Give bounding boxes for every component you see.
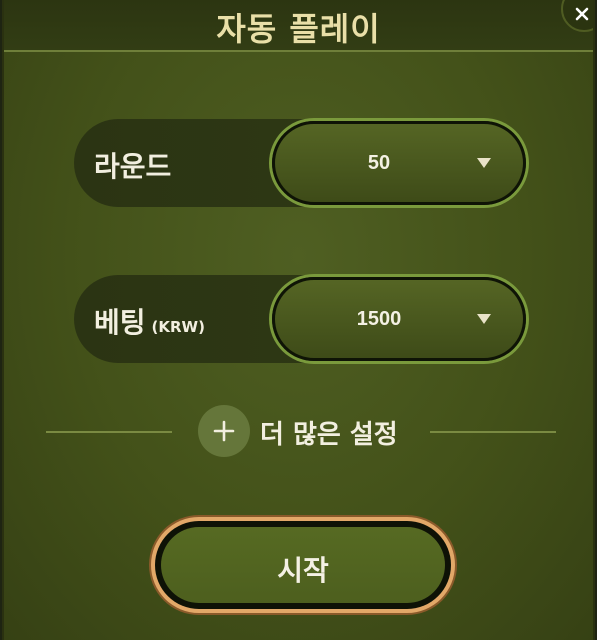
rounds-select[interactable]: 50 bbox=[272, 121, 526, 205]
rounds-select-value: 50 bbox=[367, 152, 391, 174]
dialog-title: 자동 플레이 bbox=[216, 10, 381, 48]
divider-left bbox=[46, 431, 172, 433]
plus-icon bbox=[213, 420, 235, 442]
start-button[interactable]: 시작 bbox=[155, 521, 451, 609]
dialog-header: 자동 플레이 bbox=[4, 0, 593, 52]
bet-unit: (KRW) bbox=[151, 318, 205, 336]
bet-select[interactable]: 1500 bbox=[272, 277, 526, 361]
bet-row: 베팅 (KRW) 1500 bbox=[74, 275, 529, 363]
rounds-row: 라운드 50 bbox=[74, 119, 529, 207]
close-icon bbox=[575, 7, 589, 21]
chevron-down-icon bbox=[477, 158, 491, 168]
rounds-label-text: 라운드 bbox=[94, 150, 172, 183]
bet-label-text: 베팅 bbox=[94, 306, 146, 339]
auto-play-dialog: 자동 플레이 라운드 50 베팅 (KRW) 1500 더 많은 설정 시작 bbox=[2, 0, 595, 640]
bet-label: 베팅 (KRW) bbox=[94, 301, 205, 341]
more-settings-button[interactable] bbox=[198, 405, 250, 457]
chevron-down-icon bbox=[477, 314, 491, 324]
start-button-face: 시작 bbox=[161, 527, 445, 603]
bet-select-value: 1500 bbox=[356, 308, 402, 330]
divider-right bbox=[430, 431, 556, 433]
rounds-label: 라운드 bbox=[94, 145, 171, 185]
start-button-label: 시작 bbox=[277, 554, 329, 587]
more-settings-label[interactable]: 더 많은 설정 bbox=[260, 414, 398, 451]
